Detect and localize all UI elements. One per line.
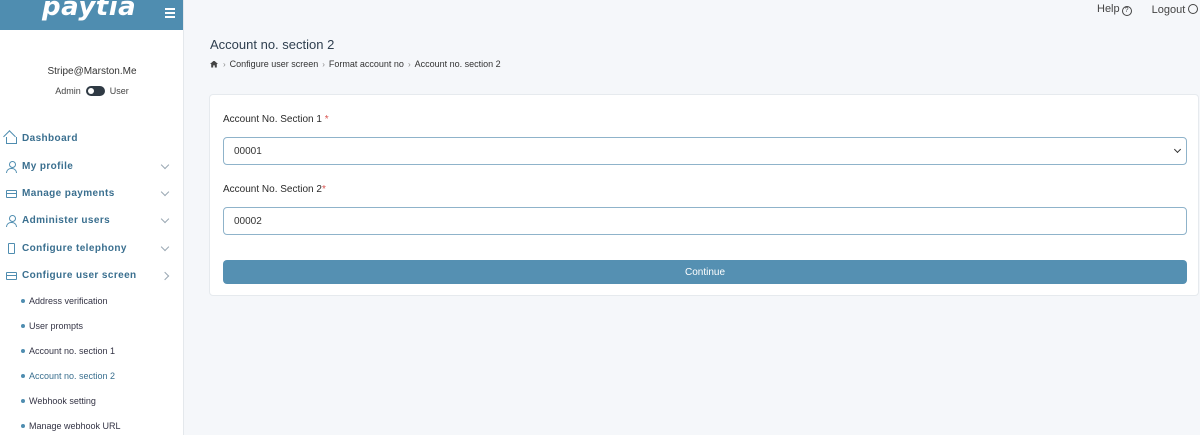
submenu-item-manage-webhook-url[interactable]: Manage webhook URL [0, 413, 184, 435]
bullet-icon [21, 423, 25, 428]
submenu-item-account-section-2[interactable]: Account no. section 2 [0, 363, 184, 388]
section2-input-value: 00002 [234, 215, 262, 227]
page-title: Account no. section 2 [210, 37, 335, 52]
sidebar-nav: Dashboard My profile Manage payments Adm… [0, 125, 184, 289]
breadcrumb-item[interactable]: Format account no [329, 59, 404, 69]
breadcrumb-separator-icon: › [223, 59, 226, 69]
sidebar-item-label: Administer users [22, 215, 111, 227]
sidebar: paytia Stripe@Marston.Me Admin User Dash… [0, 0, 184, 435]
paytia-logo[interactable]: paytia [42, 0, 136, 22]
sidebar-item-administer-users[interactable]: Administer users [0, 207, 184, 234]
role-switch: Admin User [0, 86, 184, 96]
section1-label: Account No. Section 1 * [223, 114, 329, 125]
sidebar-item-label: Configure telephony [22, 242, 127, 254]
section1-label-text: Account No. Section 1 [223, 114, 322, 125]
bullet-icon [21, 323, 25, 328]
breadcrumb-separator-icon: › [322, 59, 325, 69]
chevron-right-icon [160, 271, 170, 280]
help-icon: ? [1121, 6, 1132, 16]
section2-label: Account No. Section 2* [223, 184, 326, 195]
submenu-item-account-section-1[interactable]: Account no. section 1 [0, 338, 184, 363]
sidebar-item-manage-payments[interactable]: Manage payments [0, 180, 184, 207]
phone-icon [8, 242, 15, 254]
submenu-item-label: Webhook setting [29, 395, 96, 406]
section1-select[interactable]: 00001 [223, 137, 1187, 165]
required-marker: * [324, 114, 329, 125]
bullet-icon [21, 398, 25, 403]
role-admin-label: Admin [55, 86, 81, 96]
section2-input[interactable]: 00002 [223, 207, 1187, 235]
submenu-item-user-prompts[interactable]: User prompts [0, 313, 184, 338]
breadcrumb: › Configure user screen › Format account… [210, 59, 501, 69]
sidebar-submenu: Address verification User prompts Accoun… [0, 288, 184, 435]
role-user-label: User [109, 86, 129, 96]
sidebar-item-configure-user-screen[interactable]: Configure user screen [0, 262, 184, 289]
home-icon[interactable] [210, 60, 218, 68]
submenu-item-webhook-setting[interactable]: Webhook setting [0, 388, 184, 413]
continue-button[interactable]: Continue [223, 260, 1187, 284]
submenu-item-label: Account no. section 2 [29, 370, 116, 381]
submenu-item-label: Account no. section 1 [29, 345, 116, 356]
bullet-icon [21, 298, 25, 303]
chevron-down-icon [1173, 145, 1182, 154]
sidebar-item-my-profile[interactable]: My profile [0, 152, 184, 179]
chevron-down-icon [160, 187, 170, 197]
home-icon [6, 136, 17, 144]
sidebar-item-dashboard[interactable]: Dashboard [0, 125, 184, 152]
required-marker: * [321, 184, 326, 195]
role-toggle[interactable] [85, 86, 105, 96]
logout-icon [1188, 3, 1199, 14]
submenu-item-label: Manage webhook URL [29, 420, 121, 431]
submenu-item-label: User prompts [29, 320, 84, 331]
brand-bar: paytia [0, 0, 183, 30]
section2-label-text: Account No. Section 2 [223, 184, 322, 195]
menu-toggle-icon[interactable] [165, 8, 175, 18]
card-icon [6, 189, 17, 198]
user-email: Stripe@Marston.Me [47, 66, 137, 77]
user-icon [6, 215, 17, 228]
chevron-down-icon [160, 160, 170, 169]
user-icon [6, 160, 17, 173]
logout-link[interactable]: Logout [1151, 3, 1199, 16]
section1-select-value: 00001 [234, 145, 262, 157]
submenu-item-address-verification[interactable]: Address verification [0, 288, 184, 313]
help-label: Help [1097, 3, 1120, 15]
chevron-down-icon [160, 215, 170, 224]
sidebar-item-label: Dashboard [22, 133, 78, 145]
form-card: Account No. Section 1 * 00001 Account No… [209, 94, 1199, 296]
sidebar-item-configure-telephony[interactable]: Configure telephony [0, 235, 184, 262]
bullet-icon [21, 373, 25, 378]
sidebar-item-label: Manage payments [22, 187, 115, 199]
help-link[interactable]: Help? [1097, 3, 1132, 16]
top-bar: Help? Logout [1097, 3, 1199, 16]
breadcrumb-item[interactable]: Configure user screen [230, 59, 319, 69]
screen-icon [6, 272, 17, 281]
sidebar-item-label: My profile [22, 160, 74, 172]
sidebar-item-label: Configure user screen [22, 270, 137, 282]
submenu-item-label: Address verification [29, 295, 108, 306]
chevron-down-icon [160, 242, 170, 251]
breadcrumb-item-current: Account no. section 2 [414, 59, 501, 69]
logout-label: Logout [1151, 3, 1186, 16]
breadcrumb-separator-icon: › [407, 59, 411, 69]
bullet-icon [21, 348, 25, 353]
